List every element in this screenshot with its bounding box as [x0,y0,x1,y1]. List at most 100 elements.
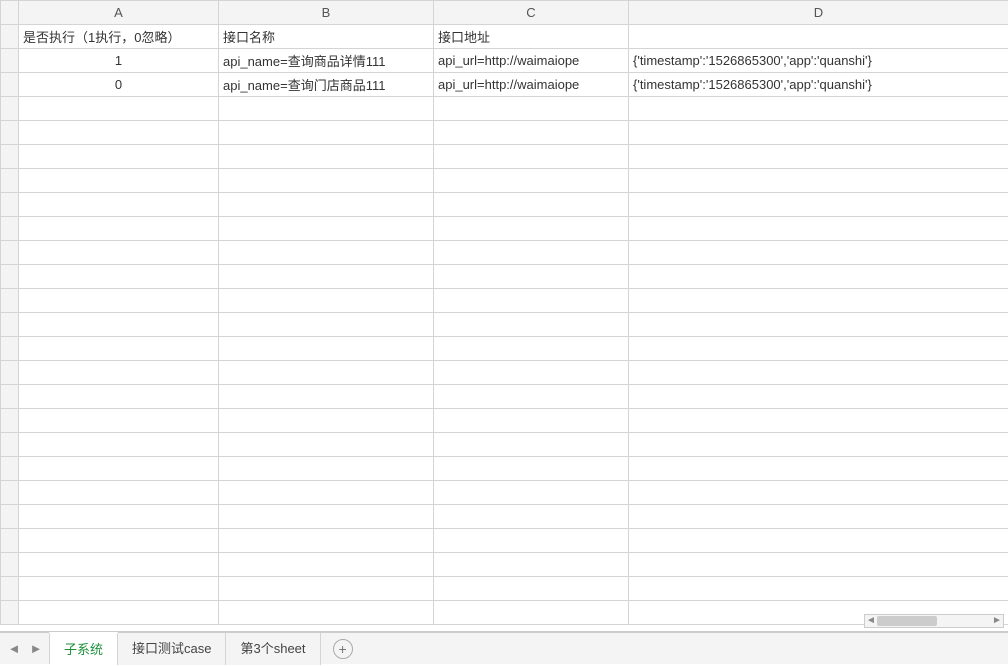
cell-C21[interactable] [434,505,629,529]
cell-A8[interactable] [19,193,219,217]
cell-C10[interactable] [434,241,629,265]
row-header[interactable] [1,553,19,577]
cell-D8[interactable] [629,193,1008,217]
cell-C11[interactable] [434,265,629,289]
cell-D5[interactable] [629,121,1008,145]
cell-A20[interactable] [19,481,219,505]
row-header[interactable] [1,289,19,313]
row-header[interactable] [1,169,19,193]
cell-C3[interactable]: api_url=http://waimaiope [434,73,629,97]
sheet-tab[interactable]: 子系统 [49,632,118,664]
cell-A4[interactable] [19,97,219,121]
cell-B2[interactable]: api_name=查询商品详情111 [219,49,434,73]
cell-B24[interactable] [219,577,434,601]
cell-D12[interactable] [629,289,1008,313]
cell-C20[interactable] [434,481,629,505]
cell-B7[interactable] [219,169,434,193]
cell-A2[interactable]: 1 [19,49,219,73]
cell-A3[interactable]: 0 [19,73,219,97]
cell-A6[interactable] [19,145,219,169]
cell-A22[interactable] [19,529,219,553]
cell-A10[interactable] [19,241,219,265]
cell-D9[interactable] [629,217,1008,241]
cell-A16[interactable] [19,385,219,409]
cell-A9[interactable] [19,217,219,241]
cell-B22[interactable] [219,529,434,553]
cell-D11[interactable] [629,265,1008,289]
col-header-A[interactable]: A [19,1,219,25]
scroll-left-icon[interactable]: ◄ [865,615,877,627]
cell-B20[interactable] [219,481,434,505]
col-header-C[interactable]: C [434,1,629,25]
cell-D19[interactable] [629,457,1008,481]
cell-D13[interactable] [629,313,1008,337]
cell-D4[interactable] [629,97,1008,121]
cell-C22[interactable] [434,529,629,553]
cell-A7[interactable] [19,169,219,193]
cell-A13[interactable] [19,313,219,337]
cell-B10[interactable] [219,241,434,265]
cell-C7[interactable] [434,169,629,193]
cell-D17[interactable] [629,409,1008,433]
cell-B19[interactable] [219,457,434,481]
cell-C23[interactable] [434,553,629,577]
cell-C15[interactable] [434,361,629,385]
cell-C14[interactable] [434,337,629,361]
cell-D23[interactable] [629,553,1008,577]
cell-C18[interactable] [434,433,629,457]
horizontal-scrollbar[interactable]: ◄ ► [864,614,1004,628]
cell-A21[interactable] [19,505,219,529]
cell-B4[interactable] [219,97,434,121]
cell-A24[interactable] [19,577,219,601]
sheet-tab[interactable]: 接口测试case [117,633,226,665]
row-header[interactable] [1,601,19,625]
cell-A1[interactable]: 是否执行（1执行，0忽略） [19,25,219,49]
cell-B18[interactable] [219,433,434,457]
cell-D1[interactable] [629,25,1008,49]
cell-A17[interactable] [19,409,219,433]
row-header[interactable] [1,457,19,481]
row-header[interactable] [1,481,19,505]
cell-A15[interactable] [19,361,219,385]
cell-B23[interactable] [219,553,434,577]
cell-D10[interactable] [629,241,1008,265]
cell-B16[interactable] [219,385,434,409]
cell-C4[interactable] [434,97,629,121]
cell-B8[interactable] [219,193,434,217]
cell-B21[interactable] [219,505,434,529]
row-header[interactable] [1,577,19,601]
row-header[interactable] [1,145,19,169]
cell-A12[interactable] [19,289,219,313]
cell-B15[interactable] [219,361,434,385]
cell-C19[interactable] [434,457,629,481]
col-header-D[interactable]: D [629,1,1008,25]
cell-C2[interactable]: api_url=http://waimaiope [434,49,629,73]
tab-nav-prev-icon[interactable]: ◄ [6,641,22,657]
cell-C9[interactable] [434,217,629,241]
row-header[interactable] [1,265,19,289]
row-header[interactable] [1,241,19,265]
row-header[interactable] [1,49,19,73]
cell-B11[interactable] [219,265,434,289]
row-header[interactable] [1,409,19,433]
cell-D18[interactable] [629,433,1008,457]
cell-C6[interactable] [434,145,629,169]
cell-C1[interactable]: 接口地址 [434,25,629,49]
cell-D6[interactable] [629,145,1008,169]
cell-B12[interactable] [219,289,434,313]
cell-A11[interactable] [19,265,219,289]
cell-C12[interactable] [434,289,629,313]
row-header[interactable] [1,73,19,97]
cell-A18[interactable] [19,433,219,457]
cell-D14[interactable] [629,337,1008,361]
cell-D3[interactable]: {'timestamp':'1526865300','app':'quanshi… [629,73,1008,97]
tab-nav-next-icon[interactable]: ► [28,641,44,657]
cell-D24[interactable] [629,577,1008,601]
row-header[interactable] [1,121,19,145]
cell-B3[interactable]: api_name=查询门店商品111 [219,73,434,97]
sheet-tab[interactable]: 第3个sheet [225,633,320,665]
cell-A25[interactable] [19,601,219,625]
scroll-thumb[interactable] [877,616,937,626]
cell-C17[interactable] [434,409,629,433]
cell-A23[interactable] [19,553,219,577]
